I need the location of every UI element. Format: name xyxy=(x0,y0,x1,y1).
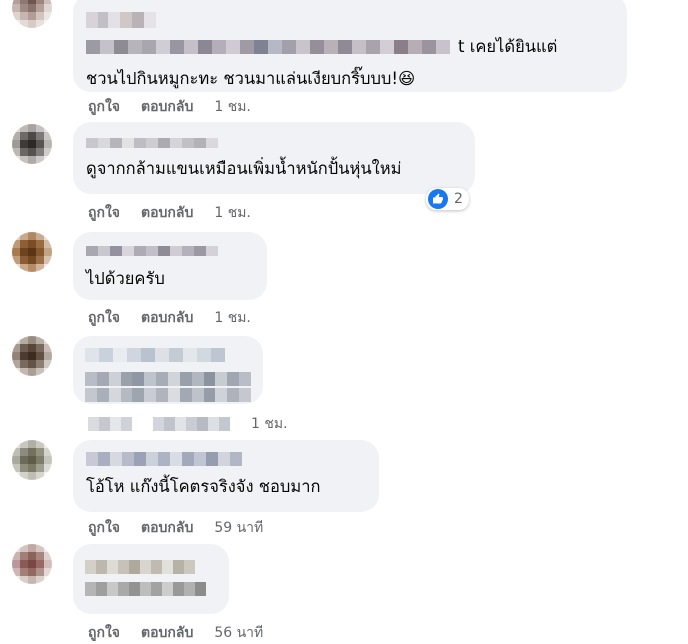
blurred-text xyxy=(86,40,450,54)
like-button[interactable]: ถูกใจ xyxy=(88,307,120,329)
blurred-name xyxy=(86,138,463,154)
comment-actions: ถูกใจ ตอบกลับ 1 ชม. xyxy=(88,202,251,224)
reply-button[interactable]: ตอบกลับ xyxy=(141,622,193,644)
reaction-summary[interactable]: 2 xyxy=(426,188,469,210)
like-button[interactable]: ถูกใจ xyxy=(88,96,120,118)
comment-bubble xyxy=(73,336,263,404)
timestamp[interactable]: 1 ชม. xyxy=(214,307,251,329)
like-button[interactable]: ถูกใจ xyxy=(88,517,120,539)
avatar[interactable] xyxy=(12,0,52,28)
avatar[interactable] xyxy=(12,544,52,584)
comment-actions: ถูกใจ ตอบกลับ 59 นาที xyxy=(88,517,263,539)
timestamp[interactable]: 1 ชม. xyxy=(214,96,251,118)
like-button[interactable]: ถูกใจ xyxy=(88,622,120,644)
comment-text: t เคยได้ยินแต่ xyxy=(458,37,558,56)
blurred-name xyxy=(86,246,255,262)
reply-button[interactable]: ตอบกลับ xyxy=(141,202,193,224)
comment-bubble: ไปด้วยครับ xyxy=(73,232,267,300)
blurred-action[interactable] xyxy=(153,417,230,431)
timestamp[interactable]: 1 ชม. xyxy=(214,202,251,224)
comment-text: ชวนไปกินหมูกะทะ ชวนมาแล่นเงียบกริ๊บบบ!😆 xyxy=(86,69,416,88)
blurred-name xyxy=(85,560,217,574)
blurred-text xyxy=(85,388,252,402)
comment-actions: ถูกใจ ตอบกลับ 56 นาที xyxy=(88,622,263,644)
reaction-count: 2 xyxy=(454,191,463,207)
like-button[interactable]: ถูกใจ xyxy=(88,202,120,224)
avatar[interactable] xyxy=(12,336,52,376)
blurred-text xyxy=(85,372,252,386)
avatar[interactable] xyxy=(12,232,52,272)
comment-text: ไปด้วยครับ xyxy=(86,269,165,288)
timestamp[interactable]: 59 นาที xyxy=(214,517,263,539)
blurred-text xyxy=(85,582,217,596)
comment-text: โอ้โห แก๊งนี้โคตรจริงจัง ชอบมาก xyxy=(86,477,321,496)
timestamp[interactable]: 56 นาที xyxy=(214,622,263,644)
blurred-name xyxy=(86,12,615,28)
avatar[interactable] xyxy=(12,440,52,480)
comment-bubble: โอ้โห แก๊งนี้โคตรจริงจัง ชอบมาก xyxy=(73,440,379,512)
timestamp[interactable]: 1 ชม. xyxy=(251,413,288,435)
reply-button[interactable]: ตอบกลับ xyxy=(141,307,193,329)
blurred-name xyxy=(86,452,367,468)
comment-bubble xyxy=(73,544,229,614)
reply-button[interactable]: ตอบกลับ xyxy=(141,96,193,118)
comment-actions: 1 ชม. xyxy=(88,413,288,435)
comment-text: ดูจากกล้ามแขนเหมือนเพิ่มน้ำหนักปั้นหุ่นใ… xyxy=(86,159,402,178)
comment-line: t เคยได้ยินแต่ xyxy=(86,34,615,60)
blurred-action[interactable] xyxy=(88,417,132,431)
thumbs-up-icon xyxy=(428,189,448,209)
comment-actions: ถูกใจ ตอบกลับ 1 ชม. xyxy=(88,307,251,329)
comment-actions: ถูกใจ ตอบกลับ 1 ชม. xyxy=(88,96,251,118)
comment-bubble: t เคยได้ยินแต่ ชวนไปกินหมูกะทะ ชวนมาแล่น… xyxy=(73,0,627,92)
comment-bubble: ดูจากกล้ามแขนเหมือนเพิ่มน้ำหนักปั้นหุ่นใ… xyxy=(73,122,475,194)
avatar[interactable] xyxy=(12,124,52,164)
reply-button[interactable]: ตอบกลับ xyxy=(141,517,193,539)
blurred-name xyxy=(85,348,251,362)
